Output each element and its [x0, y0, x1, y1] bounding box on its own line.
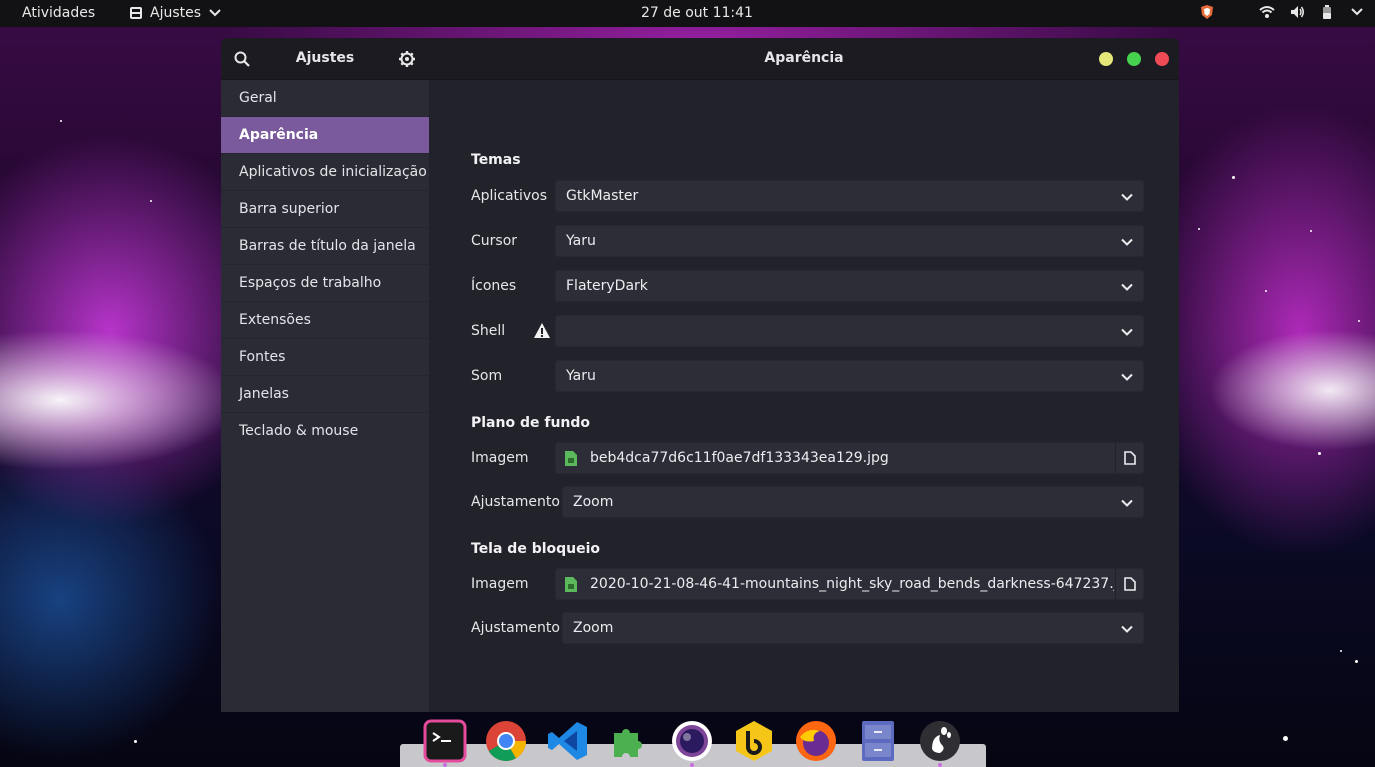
- chevron-down-icon: [1121, 238, 1133, 246]
- sidebar-item-barras-titulo[interactable]: Barras de título da janela: [221, 228, 429, 265]
- lockscreen-adjust-value: Zoom: [573, 620, 614, 636]
- sidebar-item-barra-superior[interactable]: Barra superior: [221, 191, 429, 228]
- lockscreen-adjust-label: Ajustamento: [471, 620, 560, 636]
- sound-theme-combo[interactable]: Yaru: [555, 360, 1144, 392]
- sidebar-header: Ajustes: [221, 38, 429, 80]
- icons-theme-label: Ícones: [471, 278, 517, 294]
- app-menu-icon: [130, 7, 142, 19]
- tweaks-window: Ajustes Aparência Geral Aparência Aplica…: [221, 38, 1179, 712]
- lockscreen-image-filename: 2020-10-21-08-46-41-mountains_night_sky_…: [590, 576, 1114, 592]
- sidebar-item-aparencia[interactable]: Aparência: [221, 117, 429, 154]
- brave-shield-icon[interactable]: [1199, 4, 1215, 20]
- top-bar: Atividades Ajustes 27 de out 11:41: [0, 0, 1375, 27]
- gnome-tweaks-icon[interactable]: [918, 719, 962, 763]
- clock[interactable]: 27 de out 11:41: [641, 5, 753, 21]
- gear-icon[interactable]: [398, 50, 416, 68]
- appearance-panel: Temas Aplicativos GtkMaster Cursor Yaru …: [429, 80, 1179, 712]
- chevron-down-icon[interactable]: [1349, 4, 1365, 20]
- sidebar-item-janelas[interactable]: Janelas: [221, 376, 429, 413]
- sidebar: Geral Aparência Aplicativos de inicializ…: [221, 80, 429, 712]
- background-image-chooser[interactable]: beb4dca77d6c11f0ae7df133343ea129.jpg: [555, 442, 1144, 474]
- bitwarden-icon[interactable]: [732, 719, 776, 763]
- sidebar-item-espacos-trabalho[interactable]: Espaços de trabalho: [221, 265, 429, 302]
- applications-theme-label: Aplicativos: [471, 188, 548, 204]
- sidebar-item-geral[interactable]: Geral: [221, 80, 429, 117]
- cursor-theme-label: Cursor: [471, 233, 518, 249]
- chevron-down-icon: [1121, 373, 1133, 381]
- chevron-down-icon: [1121, 625, 1133, 633]
- running-indicator: [690, 763, 694, 767]
- app-menu-label: Ajustes: [150, 5, 202, 21]
- lockscreen-file-open-button[interactable]: [1115, 569, 1143, 599]
- chevron-down-icon: [209, 9, 221, 17]
- themes-section-title: Temas: [471, 152, 521, 168]
- chevron-down-icon: [1121, 499, 1133, 507]
- document-icon: [1124, 577, 1136, 591]
- background-image-filename: beb4dca77d6c11f0ae7df133343ea129.jpg: [590, 450, 889, 466]
- sidebar-item-teclado-mouse[interactable]: Teclado & mouse: [221, 413, 429, 450]
- applications-theme-value: GtkMaster: [566, 188, 639, 204]
- lockscreen-adjust-combo[interactable]: Zoom: [562, 612, 1144, 644]
- terminal-icon[interactable]: [423, 719, 467, 763]
- wifi-icon[interactable]: [1259, 4, 1275, 20]
- background-image-label: Imagem: [471, 450, 529, 466]
- lockscreen-image-label: Imagem: [471, 576, 529, 592]
- system-tray[interactable]: [1199, 4, 1365, 20]
- sound-theme-label: Som: [471, 368, 503, 384]
- background-adjust-combo[interactable]: Zoom: [562, 486, 1144, 518]
- volume-icon[interactable]: [1289, 4, 1305, 20]
- extensions-icon[interactable]: [608, 719, 652, 763]
- vscode-icon[interactable]: [546, 719, 590, 763]
- header-bar: Ajustes Aparência: [221, 38, 1179, 80]
- applications-theme-combo[interactable]: GtkMaster: [555, 180, 1144, 212]
- image-file-icon: [565, 577, 577, 592]
- cursor-theme-value: Yaru: [566, 233, 596, 249]
- lockscreen-image-chooser[interactable]: 2020-10-21-08-46-41-mountains_night_sky_…: [555, 568, 1144, 600]
- activities-button[interactable]: Atividades: [22, 5, 95, 21]
- warning-icon: [534, 323, 550, 338]
- window-title: Aparência: [764, 50, 844, 66]
- battery-icon[interactable]: [1319, 4, 1335, 20]
- firefox-icon[interactable]: [794, 719, 838, 763]
- tor-browser-icon[interactable]: [670, 719, 714, 763]
- background-section-title: Plano de fundo: [471, 415, 591, 431]
- shell-theme-label: Shell: [471, 323, 506, 339]
- app-menu[interactable]: Ajustes: [128, 5, 223, 21]
- icons-theme-value: FlateryDark: [566, 278, 648, 294]
- chevron-down-icon: [1121, 193, 1133, 201]
- chevron-down-icon: [1121, 328, 1133, 336]
- chrome-icon[interactable]: [484, 719, 528, 763]
- sound-theme-value: Yaru: [566, 368, 596, 384]
- running-indicator: [938, 763, 942, 767]
- lockscreen-section-title: Tela de bloqueio: [471, 541, 601, 557]
- chevron-down-icon: [1121, 283, 1133, 291]
- maximize-button[interactable]: [1127, 52, 1141, 66]
- background-adjust-value: Zoom: [573, 494, 614, 510]
- sidebar-item-fontes[interactable]: Fontes: [221, 339, 429, 376]
- minimize-button[interactable]: [1099, 52, 1113, 66]
- sidebar-item-aplicativos-inicializacao[interactable]: Aplicativos de inicialização: [221, 154, 429, 191]
- icons-theme-combo[interactable]: FlateryDark: [555, 270, 1144, 302]
- shell-theme-combo[interactable]: [555, 315, 1144, 347]
- image-file-icon: [565, 451, 577, 466]
- sidebar-item-extensoes[interactable]: Extensões: [221, 302, 429, 339]
- cursor-theme-combo[interactable]: Yaru: [555, 225, 1144, 257]
- close-button[interactable]: [1155, 52, 1169, 66]
- background-adjust-label: Ajustamento: [471, 494, 560, 510]
- background-file-open-button[interactable]: [1115, 443, 1143, 473]
- document-icon: [1124, 451, 1136, 465]
- running-indicator: [443, 763, 447, 767]
- file-cabinet-icon[interactable]: [856, 719, 900, 763]
